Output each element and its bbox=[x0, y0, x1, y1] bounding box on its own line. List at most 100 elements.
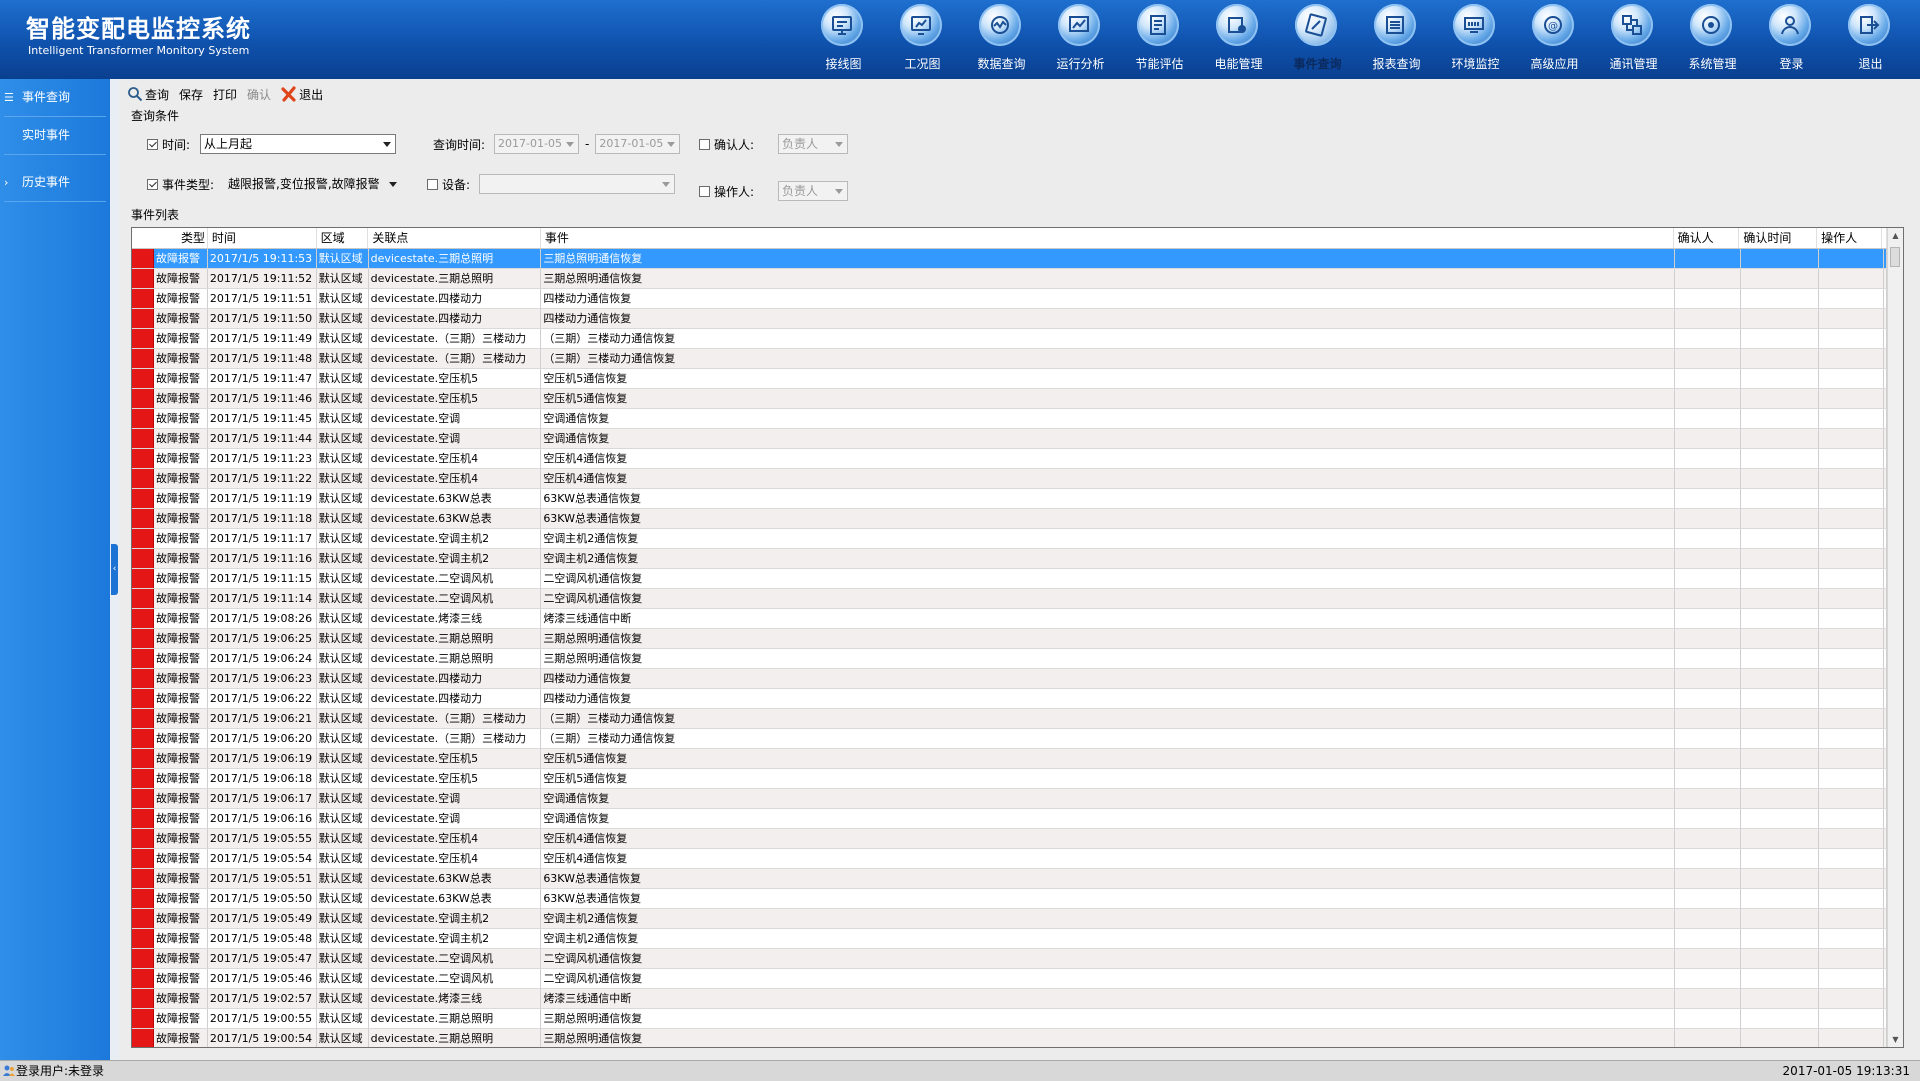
nav-item-data-query[interactable]: 数据查询 bbox=[962, 0, 1041, 79]
table-row[interactable]: 故障报警 2017/1/5 19:05:50 默认区域 devicestate.63K… bbox=[132, 889, 1887, 909]
table-row[interactable]: 故障报警 2017/1/5 19:00:54 默认区域 devicestate.三期总… bbox=[132, 1029, 1887, 1047]
nav-item-advanced-app[interactable]: @ 高级应用 bbox=[1515, 0, 1594, 79]
event-type-checkbox[interactable] bbox=[147, 178, 158, 190]
column-header-event[interactable]: 事件 bbox=[541, 228, 1674, 248]
table-row[interactable]: 故障报警 2017/1/5 19:11:47 默认区域 devicestate.空压机… bbox=[132, 369, 1887, 389]
exit-button[interactable]: 退出 bbox=[281, 86, 323, 103]
table-row[interactable]: 故障报警 2017/1/5 19:11:15 默认区域 devicestate.二空调… bbox=[132, 569, 1887, 589]
monitor-screen-icon bbox=[911, 16, 931, 35]
table-row[interactable]: 故障报警 2017/1/5 19:11:17 默认区域 devicestate.空调主… bbox=[132, 529, 1887, 549]
operator-select[interactable]: 负责人 bbox=[778, 181, 849, 201]
table-row[interactable]: 故障报警 2017/1/5 19:11:45 默认区域 devicestate.空调空… bbox=[132, 409, 1887, 429]
table-row[interactable]: 故障报警 2017/1/5 19:05:51 默认区域 devicestate.63K… bbox=[132, 869, 1887, 889]
scroll-down-arrow-icon[interactable]: ▼ bbox=[1888, 1032, 1903, 1047]
nav-item-exit[interactable]: 退出 bbox=[1831, 0, 1910, 79]
alarm-marker bbox=[132, 409, 154, 428]
table-row[interactable]: 故障报警 2017/1/5 19:06:22 默认区域 devicestate.四楼动… bbox=[132, 689, 1887, 709]
nav-item-analysis-chart[interactable]: 运行分析 bbox=[1041, 0, 1120, 79]
sidebar-collapse-handle[interactable]: ‹ bbox=[111, 544, 118, 595]
table-row[interactable]: 故障报警 2017/1/5 19:11:16 默认区域 devicestate.空调主… bbox=[132, 549, 1887, 569]
table-row[interactable]: 故障报警 2017/1/5 19:05:55 默认区域 devicestate.空压机… bbox=[132, 829, 1887, 849]
table-row[interactable]: 故障报警 2017/1/5 19:06:21 默认区域 devicestate.（三期… bbox=[132, 709, 1887, 729]
sidebar-item-event-query[interactable]: ☰ 事件查询 bbox=[4, 79, 106, 117]
cell-confirm-time bbox=[1741, 669, 1820, 688]
table-row[interactable]: 故障报警 2017/1/5 19:06:19 默认区域 devicestate.空压机… bbox=[132, 749, 1887, 769]
nav-item-user-login[interactable]: 登录 bbox=[1752, 0, 1831, 79]
cell-operator bbox=[1819, 889, 1884, 908]
table-row[interactable]: 故障报警 2017/1/5 19:11:23 默认区域 devicestate.空压机… bbox=[132, 449, 1887, 469]
column-header-type[interactable]: 类型 bbox=[154, 228, 208, 248]
cell-operator bbox=[1819, 649, 1884, 668]
table-row[interactable]: 故障报警 2017/1/5 19:11:19 默认区域 devicestate.63K… bbox=[132, 489, 1887, 509]
table-row[interactable]: 故障报警 2017/1/5 19:06:20 默认区域 devicestate.（三期… bbox=[132, 729, 1887, 749]
scroll-thumb[interactable] bbox=[1890, 247, 1900, 267]
column-header-confirm-time[interactable]: 确认时间 bbox=[1739, 228, 1818, 248]
date-to-picker[interactable]: 2017-01-05 bbox=[595, 134, 681, 154]
nav-item-communication[interactable]: 通讯管理 bbox=[1594, 0, 1673, 79]
time-range-select[interactable]: 从上月起 bbox=[200, 134, 397, 154]
date-from-picker[interactable]: 2017-01-05 bbox=[494, 134, 580, 154]
column-header-operator[interactable]: 操作人 bbox=[1817, 228, 1882, 248]
operator-checkbox[interactable] bbox=[699, 185, 710, 197]
nav-item-report[interactable]: 报表查询 bbox=[1357, 0, 1436, 79]
alarm-marker bbox=[132, 469, 154, 488]
table-row[interactable]: 故障报警 2017/1/5 19:05:54 默认区域 devicestate.空压机… bbox=[132, 849, 1887, 869]
save-button[interactable]: 保存 bbox=[179, 86, 203, 103]
event-type-select[interactable]: 越限报警,变位报警,故障报警 bbox=[224, 174, 402, 194]
table-row[interactable]: 故障报警 2017/1/5 19:11:22 默认区域 devicestate.空压机… bbox=[132, 469, 1887, 489]
column-header-confirmer[interactable]: 确认人 bbox=[1674, 228, 1740, 248]
device-checkbox[interactable] bbox=[427, 178, 438, 190]
table-row[interactable]: 故障报警 2017/1/5 19:11:50 默认区域 devicestate.四楼动… bbox=[132, 309, 1887, 329]
nav-item-power-management[interactable]: 电能管理 bbox=[1199, 0, 1278, 79]
table-row[interactable]: 故障报警 2017/1/5 19:11:49 默认区域 devicestate.（三期… bbox=[132, 329, 1887, 349]
table-row[interactable]: 故障报警 2017/1/5 19:05:49 默认区域 devicestate.空调主… bbox=[132, 909, 1887, 929]
scroll-up-arrow-icon[interactable]: ▲ bbox=[1888, 228, 1903, 243]
time-checkbox[interactable] bbox=[147, 138, 158, 150]
table-row[interactable]: 故障报警 2017/1/5 19:06:24 默认区域 devicestate.三期总… bbox=[132, 649, 1887, 669]
print-button[interactable]: 打印 bbox=[213, 86, 237, 103]
nav-item-energy-assessment[interactable]: 节能评估 bbox=[1120, 0, 1199, 79]
table-row[interactable]: 故障报警 2017/1/5 19:05:47 默认区域 devicestate.二空调… bbox=[132, 949, 1887, 969]
table-row[interactable]: 故障报警 2017/1/5 19:08:26 默认区域 devicestate.烤漆三… bbox=[132, 609, 1887, 629]
sidebar-item-realtime-events[interactable]: 实时事件 bbox=[4, 117, 106, 155]
nav-item-system-settings[interactable]: 系统管理 bbox=[1673, 0, 1752, 79]
column-header-point[interactable]: 关联点 bbox=[368, 228, 541, 248]
query-button[interactable]: 查询 bbox=[127, 86, 169, 103]
table-row[interactable]: 故障报警 2017/1/5 19:06:25 默认区域 devicestate.三期总… bbox=[132, 629, 1887, 649]
table-row[interactable]: 故障报警 2017/1/5 19:05:46 默认区域 devicestate.二空调… bbox=[132, 969, 1887, 989]
table-row[interactable]: 故障报警 2017/1/5 19:05:48 默认区域 devicestate.空调主… bbox=[132, 929, 1887, 949]
sidebar-item-history-events[interactable]: › 历史事件 bbox=[4, 164, 106, 202]
confirmer-checkbox[interactable] bbox=[699, 138, 710, 150]
table-row[interactable]: 故障报警 2017/1/5 19:11:51 默认区域 devicestate.四楼动… bbox=[132, 289, 1887, 309]
nav-item-wiring-diagram[interactable]: 接线图 bbox=[804, 0, 883, 79]
column-header-area[interactable]: 区域 bbox=[317, 228, 369, 248]
nav-item-environment-monitor[interactable]: 环境监控 bbox=[1436, 0, 1515, 79]
table-row[interactable]: 故障报警 2017/1/5 19:00:55 默认区域 devicestate.三期总… bbox=[132, 1009, 1887, 1029]
table-row[interactable]: 故障报警 2017/1/5 19:11:53 默认区域 devicestate.三期总… bbox=[132, 249, 1887, 269]
table-row[interactable]: 故障报警 2017/1/5 19:06:23 默认区域 devicestate.四楼动… bbox=[132, 669, 1887, 689]
table-row[interactable]: 故障报警 2017/1/5 19:11:48 默认区域 devicestate.（三期… bbox=[132, 349, 1887, 369]
cell-operator bbox=[1819, 249, 1884, 268]
table-row[interactable]: 故障报警 2017/1/5 19:06:18 默认区域 devicestate.空压机… bbox=[132, 769, 1887, 789]
cell-point: devicestate.四楼动力 bbox=[369, 289, 542, 308]
confirm-button[interactable]: 确认 bbox=[247, 86, 271, 103]
column-header-time[interactable]: 时间 bbox=[208, 228, 317, 248]
table-row[interactable]: 故障报警 2017/1/5 19:11:18 默认区域 devicestate.63K… bbox=[132, 509, 1887, 529]
nav-item-monitor-screen[interactable]: 工况图 bbox=[883, 0, 962, 79]
vertical-scrollbar[interactable]: ▲ ▼ bbox=[1887, 228, 1903, 1047]
alarm-marker bbox=[132, 589, 154, 608]
device-select[interactable] bbox=[479, 174, 676, 194]
nav-item-event-query[interactable]: 事件查询 bbox=[1278, 0, 1357, 79]
cell-event: 空调主机2通信恢复 bbox=[541, 549, 1676, 568]
table-row[interactable]: 故障报警 2017/1/5 19:11:52 默认区域 devicestate.三期总… bbox=[132, 269, 1887, 289]
confirmer-select[interactable]: 负责人 bbox=[778, 134, 849, 154]
table-row[interactable]: 故障报警 2017/1/5 19:06:16 默认区域 devicestate.空调空… bbox=[132, 809, 1887, 829]
table-row[interactable]: 故障报警 2017/1/5 19:11:14 默认区域 devicestate.二空调… bbox=[132, 589, 1887, 609]
table-row[interactable]: 故障报警 2017/1/5 19:02:57 默认区域 devicestate.烤漆三… bbox=[132, 989, 1887, 1009]
status-bar: 登录用户:未登录 2017-01-05 19:13:31 bbox=[0, 1060, 1920, 1081]
table-row[interactable]: 故障报警 2017/1/5 19:11:44 默认区域 devicestate.空调空… bbox=[132, 429, 1887, 449]
brand: 智能变配电监控系统 Intelligent Transformer Monito… bbox=[26, 14, 251, 58]
table-row[interactable]: 故障报警 2017/1/5 19:06:17 默认区域 devicestate.空调空… bbox=[132, 789, 1887, 809]
cell-point: devicestate.四楼动力 bbox=[369, 669, 542, 688]
table-row[interactable]: 故障报警 2017/1/5 19:11:46 默认区域 devicestate.空压机… bbox=[132, 389, 1887, 409]
